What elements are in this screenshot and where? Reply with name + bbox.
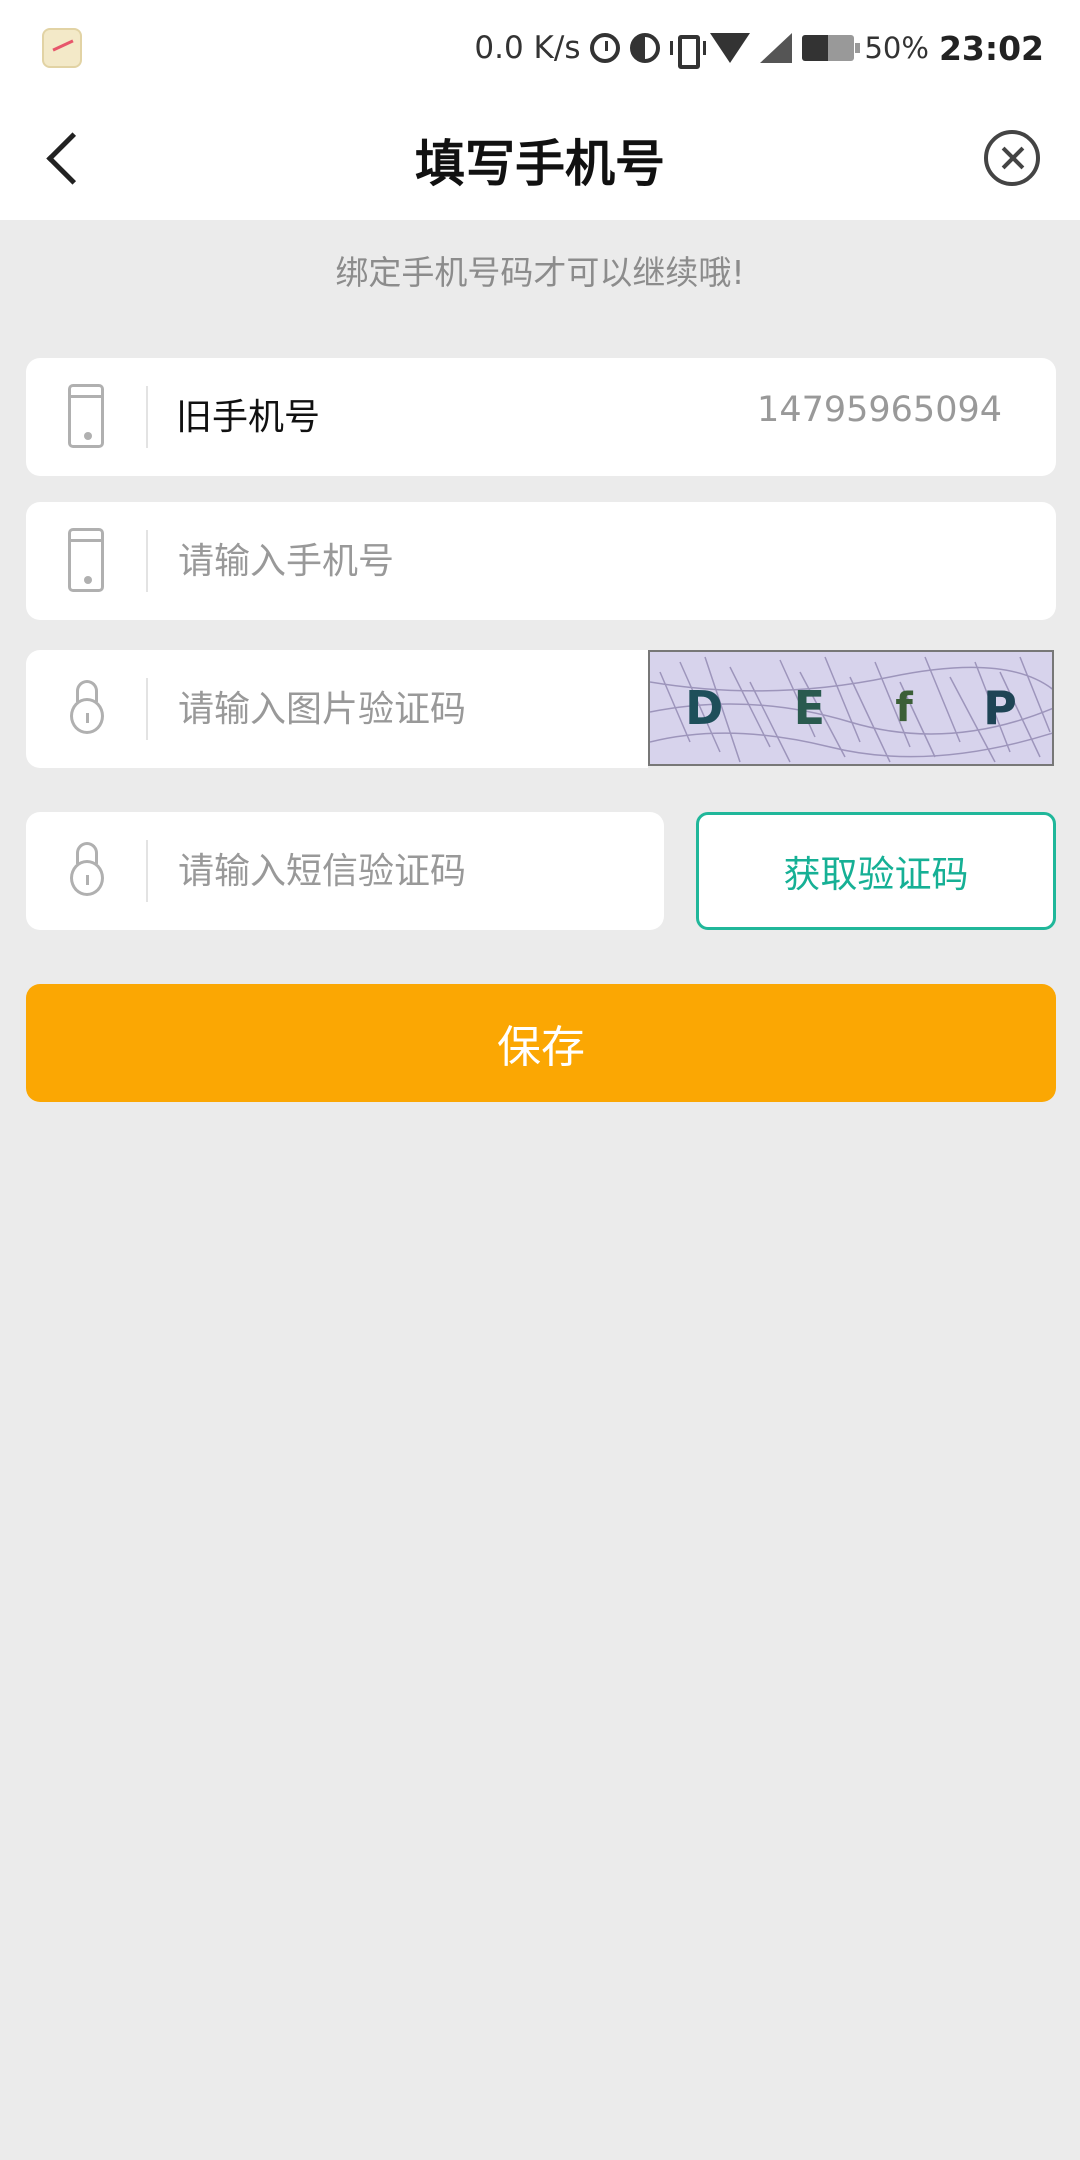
- alarm-icon: [590, 33, 621, 63]
- phone-icon: [68, 528, 104, 592]
- lock-icon: [70, 842, 104, 898]
- captcha-char: E: [793, 681, 826, 735]
- old-phone-value: 14795965094: [757, 390, 1002, 430]
- network-speed: 0.0 K/s: [474, 30, 581, 66]
- row-icon-wrap: [64, 384, 108, 450]
- divider: [146, 678, 148, 740]
- sms-code-row: [26, 812, 664, 930]
- bind-phone-hint: 绑定手机号码才可以继续哦!: [335, 253, 745, 292]
- battery-percent: 50%: [864, 31, 929, 65]
- divider: [146, 386, 148, 448]
- wifi-icon: [710, 33, 751, 63]
- old-phone-row: 旧手机号 14795965094: [26, 358, 1056, 476]
- new-phone-input[interactable]: [176, 522, 1016, 600]
- get-code-button[interactable]: 获取验证码: [696, 812, 1056, 930]
- captcha-image[interactable]: D E f P: [648, 650, 1054, 766]
- phone-icon: [68, 384, 104, 448]
- app-notification-icon: [42, 28, 82, 68]
- battery-icon: [802, 35, 861, 61]
- row-icon-wrap: [64, 676, 108, 742]
- vibrate-icon: [670, 33, 707, 69]
- close-button[interactable]: [984, 130, 1042, 186]
- new-phone-row: [26, 502, 1056, 620]
- nav-bar: 填写手机号: [0, 96, 1080, 220]
- status-bar: 0.0 K/s 50% 23:02: [0, 0, 1080, 96]
- row-icon-wrap: [64, 838, 108, 904]
- captcha-char: P: [983, 681, 1017, 735]
- old-phone-label: 旧手机号: [176, 397, 321, 438]
- divider: [146, 530, 148, 592]
- divider: [146, 840, 148, 902]
- lock-icon: [70, 680, 104, 736]
- row-icon-wrap: [64, 528, 108, 594]
- clock: 23:02: [938, 28, 1044, 68]
- sms-code-input[interactable]: [176, 832, 646, 910]
- cell-signal-icon: [760, 33, 793, 63]
- captcha-char: D: [685, 681, 724, 735]
- image-code-input[interactable]: [176, 670, 636, 748]
- image-code-row: [26, 650, 648, 768]
- close-icon: [1032, 130, 1042, 140]
- save-button[interactable]: 保存: [26, 984, 1056, 1102]
- status-indicators: 0.0 K/s 50% 23:02: [474, 24, 1044, 72]
- do-not-disturb-icon: [630, 33, 661, 63]
- captcha-char: f: [895, 685, 913, 731]
- page-title: 填写手机号: [415, 135, 665, 193]
